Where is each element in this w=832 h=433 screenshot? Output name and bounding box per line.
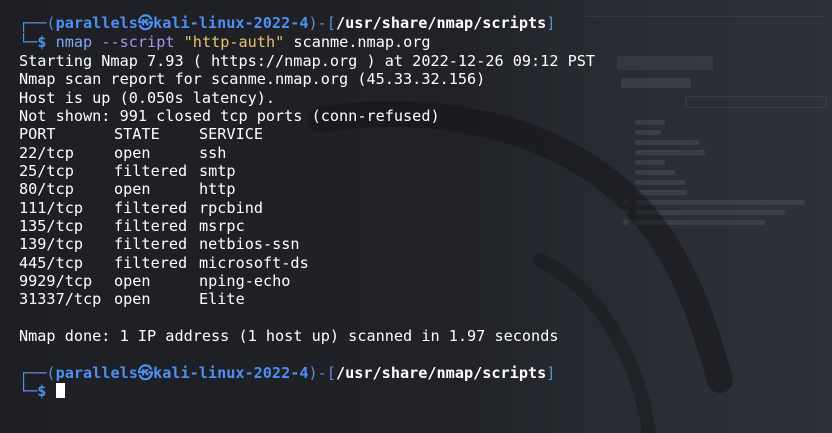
port-cell: 139/tcp [19, 235, 84, 253]
command-program: nmap [55, 33, 93, 51]
terminal-output[interactable]: ┌──(parallels㉿kali-linux-2022-4)-[/usr/s… [0, 0, 832, 433]
command-line: └─$ nmap --script "http-auth" scanme.nma… [19, 33, 431, 51]
header-port: PORT [19, 125, 56, 143]
prompt-path: /usr/share/nmap/scripts [335, 14, 547, 32]
output-host-up: Host is up (0.050s latency). [19, 88, 276, 107]
service-cell: smtp [199, 162, 236, 180]
prompt-host: kali-linux-2022-4 [153, 14, 309, 32]
header-state: STATE [114, 125, 160, 143]
table-row: 80/tcp open http [19, 180, 236, 198]
prompt-symbol: $ [37, 33, 47, 51]
command-option: --script [101, 33, 175, 51]
port-cell: 445/tcp [19, 253, 84, 272]
table-row: 22/tcp open ssh [19, 144, 226, 162]
prompt-user: parallels [55, 364, 138, 382]
port-cell: 31337/tcp [19, 290, 102, 308]
state-cell: filtered [114, 162, 188, 180]
state-cell: filtered [114, 253, 188, 272]
prompt-header: ┌──(parallels㉿kali-linux-2022-4)-[/usr/s… [19, 364, 556, 382]
port-table-header: PORT STATE SERVICE [19, 125, 263, 143]
prompt-at-icon: ㉿ [137, 14, 154, 32]
state-cell: open [114, 290, 151, 308]
port-cell: 135/tcp [19, 217, 84, 235]
text-cursor[interactable] [55, 383, 65, 398]
desktop-background: ┌──(parallels㉿kali-linux-2022-4)-[/usr/s… [0, 0, 832, 433]
command-target: scanme.nmap.org [293, 33, 431, 51]
port-cell: 9929/tcp [19, 272, 93, 290]
service-cell: microsoft-ds [199, 253, 309, 272]
table-row: 9929/tcp open nping-echo [19, 272, 290, 290]
state-cell: filtered [114, 217, 188, 235]
table-row: 25/tcp filtered smtp [19, 162, 236, 180]
port-cell: 80/tcp [19, 180, 74, 198]
prompt-user: parallels [55, 14, 138, 32]
service-cell: http [199, 180, 236, 198]
prompt-path: /usr/share/nmap/scripts [335, 364, 547, 382]
state-cell: open [114, 143, 151, 162]
state-cell: filtered [114, 198, 188, 217]
port-cell: 22/tcp [19, 143, 74, 162]
service-cell: rpcbind [199, 198, 264, 217]
service-cell: ssh [199, 143, 227, 162]
table-row: 139/tcp filtered netbios-ssn [19, 235, 300, 253]
prompt-header: ┌──(parallels㉿kali-linux-2022-4)-[/usr/s… [19, 14, 556, 32]
port-cell: 25/tcp [19, 162, 74, 180]
input-line[interactable]: └─$ [19, 382, 65, 400]
state-cell: open [114, 180, 151, 198]
output-done-line: Nmap done: 1 IP address (1 host up) scan… [19, 327, 559, 345]
header-service: SERVICE [199, 125, 264, 143]
output-start-line: Starting Nmap 7.93 ( https://nmap.org ) … [19, 51, 596, 70]
service-cell: msrpc [199, 217, 245, 235]
output-report-line: Nmap scan report for scanme.nmap.org (45… [19, 70, 486, 88]
port-cell: 111/tcp [19, 198, 84, 217]
state-cell: open [114, 272, 151, 290]
table-row: 31337/tcp open Elite [19, 290, 245, 308]
table-row: 111/tcp filtered rpcbind [19, 199, 263, 217]
state-cell: filtered [114, 235, 188, 253]
prompt-at-icon: ㉿ [137, 364, 154, 382]
table-row: 445/tcp filtered microsoft-ds [19, 254, 309, 272]
command-script-name: "http-auth" [183, 33, 285, 51]
service-cell: netbios-ssn [199, 235, 300, 253]
prompt-symbol: $ [37, 382, 47, 400]
prompt-host: kali-linux-2022-4 [153, 364, 309, 382]
output-not-shown: Not shown: 991 closed tcp ports (conn-re… [19, 107, 440, 125]
service-cell: Elite [199, 290, 245, 308]
service-cell: nping-echo [199, 272, 291, 290]
table-row: 135/tcp filtered msrpc [19, 217, 245, 235]
